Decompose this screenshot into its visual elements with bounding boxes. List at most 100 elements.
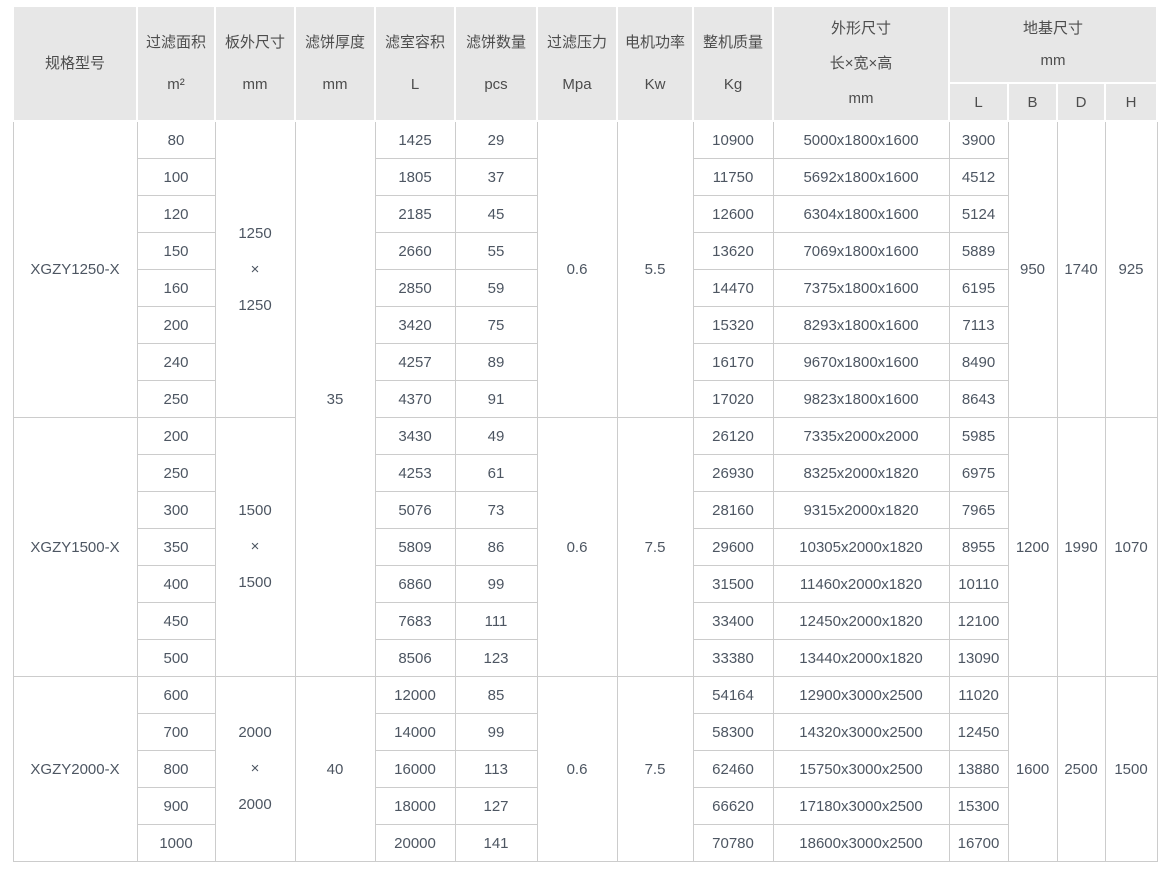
foundation-l-cell: 3900: [948, 120, 1009, 159]
cake-count-cell: 89: [454, 343, 538, 381]
cake-count-cell: 111: [454, 602, 538, 640]
plate-size-cell: 1250 × 1250: [214, 120, 296, 418]
cake-count-cell: 91: [454, 380, 538, 418]
filter-area-cell: 800: [136, 750, 216, 788]
dimensions-cell: 12450x2000x1820: [772, 602, 950, 640]
cake-thickness-cell: 35: [294, 120, 376, 677]
weight-cell: 11750: [692, 158, 774, 196]
weight-cell: 26120: [692, 417, 774, 455]
chamber-volume-cell: 5076: [374, 491, 456, 529]
dimensions-cell: 12900x3000x2500: [772, 676, 950, 714]
cake-count-cell: 86: [454, 528, 538, 566]
chamber-volume-cell: 4253: [374, 454, 456, 492]
filter-area-cell: 250: [136, 454, 216, 492]
col-header-foundation-b: B: [1007, 82, 1058, 122]
foundation-l-cell: 6195: [948, 269, 1009, 307]
col-header-model-label: 规格型号: [44, 54, 105, 72]
chamber-volume-cell: 3430: [374, 417, 456, 455]
cake-count-cell: 37: [454, 158, 538, 196]
foundation-l-cell: 8490: [948, 343, 1009, 381]
spec-table-body: XGZY1250-X 80 1250 × 1250 35 1425 29 0.6 5.5 10900…: [12, 120, 1158, 862]
col-header-weight-label: 整机质量: [702, 33, 763, 51]
foundation-b-cell: 950: [1007, 120, 1058, 418]
plate-size-cell: 2000 × 2000: [214, 676, 296, 862]
foundation-l-cell: 4512: [948, 158, 1009, 196]
col-header-filter-area-label: 过滤面积: [145, 33, 206, 51]
table-header: 规格型号 过滤面积 m² 板外尺寸 mm 滤饼厚度 mm 滤室容积 L 滤饼数量…: [12, 5, 1159, 122]
dimensions-cell: 7069x1800x1600: [772, 232, 950, 270]
chamber-volume-cell: 4257: [374, 343, 456, 381]
col-header-power: 电机功率 Kw: [616, 5, 694, 122]
weight-cell: 58300: [692, 713, 774, 751]
weight-cell: 33400: [692, 602, 774, 640]
dimensions-cell: 7375x1800x1600: [772, 269, 950, 307]
cake-count-cell: 73: [454, 491, 538, 529]
model-cell: XGZY2000-X: [12, 676, 138, 862]
col-header-weight-unit: Kg: [723, 75, 743, 93]
foundation-l-cell: 6975: [948, 454, 1009, 492]
filter-area-cell: 600: [136, 676, 216, 714]
dimensions-cell: 10305x2000x1820: [772, 528, 950, 566]
dimensions-cell: 5000x1800x1600: [772, 120, 950, 159]
dimensions-cell: 13440x2000x1820: [772, 639, 950, 677]
col-header-cake-count-unit: pcs: [484, 75, 508, 93]
weight-cell: 26930: [692, 454, 774, 492]
foundation-l-cell: 7113: [948, 306, 1009, 344]
chamber-volume-cell: 18000: [374, 787, 456, 825]
weight-cell: 33380: [692, 639, 774, 677]
model-cell: XGZY1250-X: [12, 120, 138, 418]
table-row: XGZY1500-X 200 1500 × 1500 3430 49 0.6 7.5 26120 7…: [12, 417, 1158, 677]
weight-cell: 12600: [692, 195, 774, 233]
col-header-foundation: 地基尺寸 mm: [947, 5, 1159, 84]
cake-count-cell: 113: [454, 750, 538, 788]
filter-area-cell: 500: [136, 639, 216, 677]
col-header-dimensions-sub: 长×宽×高: [829, 54, 893, 72]
weight-cell: 10900: [692, 120, 774, 159]
col-header-foundation-h: H: [1103, 82, 1159, 122]
col-header-plate-size: 板外尺寸 mm: [214, 5, 296, 122]
weight-cell: 54164: [692, 676, 774, 714]
foundation-h-cell: 1070: [1104, 417, 1158, 677]
weight-cell: 66620: [692, 787, 774, 825]
col-header-dimensions-unit: mm: [848, 89, 874, 107]
chamber-volume-cell: 16000: [374, 750, 456, 788]
dimensions-cell: 8293x1800x1600: [772, 306, 950, 344]
chamber-volume-cell: 4370: [374, 380, 456, 418]
weight-cell: 15320: [692, 306, 774, 344]
col-header-pressure: 过滤压力 Mpa: [536, 5, 618, 122]
dimensions-cell: 9670x1800x1600: [772, 343, 950, 381]
col-header-model: 规格型号: [12, 5, 138, 122]
dimensions-cell: 9315x2000x1820: [772, 491, 950, 529]
chamber-volume-cell: 6860: [374, 565, 456, 603]
cake-count-cell: 127: [454, 787, 538, 825]
filter-area-cell: 350: [136, 528, 216, 566]
col-header-cake-count: 滤饼数量 pcs: [454, 5, 538, 122]
col-header-power-unit: Kw: [644, 75, 666, 93]
weight-cell: 28160: [692, 491, 774, 529]
col-header-foundation-unit: mm: [1040, 51, 1066, 69]
cake-count-cell: 55: [454, 232, 538, 270]
foundation-h-cell: 1500: [1104, 676, 1158, 862]
weight-cell: 70780: [692, 824, 774, 862]
dimensions-cell: 14320x3000x2500: [772, 713, 950, 751]
cake-count-cell: 29: [454, 120, 538, 159]
col-header-filter-area-unit: m²: [167, 75, 185, 93]
chamber-volume-cell: 14000: [374, 713, 456, 751]
col-header-plate-size-unit: mm: [242, 75, 268, 93]
chamber-volume-cell: 2185: [374, 195, 456, 233]
cake-count-cell: 61: [454, 454, 538, 492]
chamber-volume-cell: 7683: [374, 602, 456, 640]
chamber-volume-cell: 1425: [374, 120, 456, 159]
power-cell: 7.5: [616, 676, 694, 862]
col-header-filter-area: 过滤面积 m²: [136, 5, 216, 122]
pressure-cell: 0.6: [536, 120, 618, 418]
foundation-b-cell: 1200: [1007, 417, 1058, 677]
foundation-l-cell: 13880: [948, 750, 1009, 788]
foundation-l-cell: 12100: [948, 602, 1009, 640]
col-header-chamber-volume-unit: L: [410, 75, 420, 93]
dimensions-cell: 15750x3000x2500: [772, 750, 950, 788]
col-header-pressure-label: 过滤压力: [546, 33, 607, 51]
dimensions-cell: 6304x1800x1600: [772, 195, 950, 233]
power-cell: 5.5: [616, 120, 694, 418]
foundation-l-cell: 10110: [948, 565, 1009, 603]
